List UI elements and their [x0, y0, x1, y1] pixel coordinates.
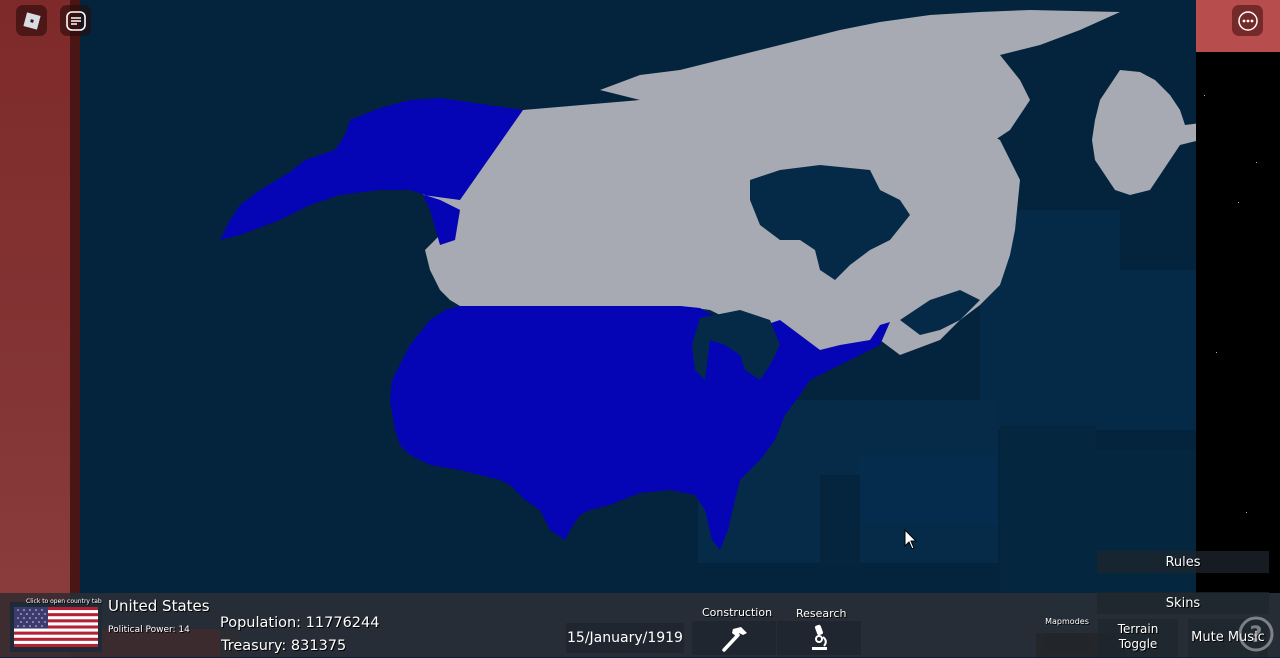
help-icon: ?	[1238, 616, 1274, 652]
roblox-logo-icon	[22, 11, 41, 30]
date-display: 15/January/1919	[566, 623, 684, 653]
rules-label: Rules	[1165, 555, 1201, 570]
country-flag-button[interactable]	[10, 602, 102, 652]
world-map[interactable]	[80, 0, 1196, 593]
country-name: United States	[108, 597, 210, 615]
ocean-tile	[980, 270, 1196, 430]
roblox-menu-button[interactable]	[16, 5, 47, 36]
help-button[interactable]: ?	[1236, 614, 1276, 654]
map-canvas[interactable]	[80, 0, 1196, 593]
treasury-stat: Treasury: 831375	[221, 638, 347, 654]
microscope-icon	[812, 624, 827, 650]
more-options-button[interactable]	[1232, 5, 1263, 36]
star	[1216, 352, 1217, 353]
more-options-icon	[1237, 10, 1258, 31]
greenland-region[interactable]	[1092, 70, 1196, 195]
star	[1246, 512, 1247, 513]
construction-button[interactable]	[692, 621, 776, 655]
rules-button[interactable]: Rules	[1097, 551, 1269, 573]
population-stat: Population: 11776244	[220, 615, 380, 631]
mapmodes-label: Mapmodes	[1045, 617, 1089, 626]
chat-button[interactable]	[60, 5, 91, 36]
research-label: Research	[796, 607, 847, 620]
game-date: 15/January/1919	[567, 630, 683, 646]
skins-label: Skins	[1165, 596, 1201, 611]
terrain-toggle-label-2: Toggle	[1118, 637, 1158, 651]
svg-text:?: ?	[1250, 623, 1263, 648]
star	[1238, 202, 1239, 203]
star	[1204, 95, 1205, 96]
us-flag-icon	[14, 607, 98, 647]
left-side-panel	[0, 0, 70, 593]
hammer-icon	[722, 627, 747, 652]
skins-button[interactable]: Skins	[1097, 592, 1269, 614]
terrain-toggle-label-1: Terrain	[1117, 622, 1159, 636]
political-power: Political Power: 14	[108, 625, 190, 635]
construction-label: Construction	[702, 606, 773, 619]
mouse-cursor	[904, 529, 918, 550]
left-panel-edge	[70, 0, 80, 593]
chat-icon	[65, 10, 86, 31]
country-tab-tooltip: Click to open country tab	[26, 598, 102, 605]
star	[1256, 162, 1257, 163]
ocean-tile	[1000, 425, 1096, 593]
ocean-tile	[820, 475, 860, 565]
terrain-toggle-button[interactable]: Terrain Toggle	[1098, 619, 1178, 657]
ocean-tile	[858, 455, 998, 525]
research-button[interactable]	[777, 621, 861, 655]
space-background	[1196, 52, 1280, 593]
